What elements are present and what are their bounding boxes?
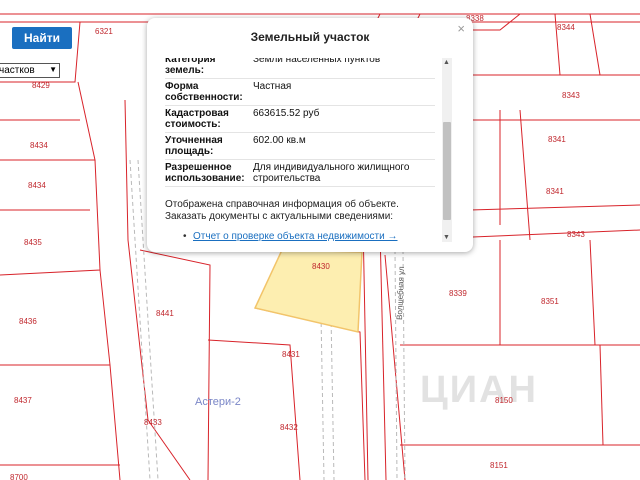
info-row: Разрешенное использование: Для индивидуа…: [165, 160, 435, 187]
info-row: Форма собственности: Частная: [165, 79, 435, 106]
parcel-label: 8341: [548, 135, 566, 144]
parcel-label: 8434: [30, 141, 48, 150]
parcel-label: 8151: [490, 461, 508, 470]
info-value: Для индивидуального жилищного строительс…: [253, 162, 410, 184]
parcel-label: 8432: [280, 423, 298, 432]
parcel-label: 8434: [28, 181, 46, 190]
info-value: 602.00 кв.м: [253, 135, 306, 146]
parcel-label: 6321: [95, 27, 113, 36]
parcel-label: 8150: [495, 396, 513, 405]
info-key: Разрешенное использование:: [165, 162, 245, 184]
report-link[interactable]: • Отчет о проверке объекта недвижимости …: [165, 231, 435, 242]
info-key: Уточненная площадь:: [165, 135, 223, 157]
bullet-icon: •: [183, 231, 187, 242]
layer-select[interactable]: частков ▼: [0, 63, 60, 78]
selected-parcel[interactable]: [253, 249, 363, 333]
parcel-info-popup: Земельный участок × Категория земель: Зе…: [147, 18, 473, 252]
parcel-label: 8344: [557, 23, 575, 32]
parcel-label: 8431: [282, 350, 300, 359]
street-label: Волшебная ул: [395, 266, 406, 320]
info-value: Частная: [253, 81, 292, 92]
chevron-down-icon: ▼: [49, 65, 57, 74]
parcel-label: 8700: [10, 473, 28, 480]
parcel-label: 8437: [14, 396, 32, 405]
scroll-up-icon[interactable]: ▲: [443, 59, 450, 66]
info-key: Форма собственности:: [165, 81, 243, 103]
report-link-label: Отчет о проверке объекта недвижимости →: [193, 231, 398, 242]
area-label: Астери-2: [195, 396, 241, 408]
popup-title: Земельный участок: [250, 30, 370, 44]
info-value: 663615.52 руб: [253, 108, 320, 119]
scrollbar-thumb[interactable]: [443, 122, 451, 220]
parcel-label: 8341: [546, 187, 564, 196]
watermark-text: ЦИАН: [420, 369, 538, 411]
parcel-label: 8433: [144, 418, 162, 427]
parcel-label: 8343: [567, 230, 585, 239]
parcel-label: 8351: [541, 297, 559, 306]
layer-select-value: частков: [0, 65, 35, 76]
parcel-label: 8343: [562, 91, 580, 100]
info-row: Уточненная площадь: 602.00 кв.м: [165, 133, 435, 160]
parcel-label: 8436: [19, 317, 37, 326]
info-row: Категория земель: Земли населенных пункт…: [165, 58, 435, 79]
info-value: Земли населенных пунктов: [253, 58, 381, 65]
info-row: Кадастровая стоимость: 663615.52 руб: [165, 106, 435, 133]
search-button[interactable]: Найти: [12, 27, 72, 49]
parcel-label: 8429: [32, 81, 50, 90]
parcel-label: 8430: [312, 262, 330, 271]
info-note: Отображена справочная информация об объе…: [165, 199, 399, 222]
parcel-label: 8441: [156, 309, 174, 318]
parcel-label: 8435: [24, 238, 42, 247]
close-icon[interactable]: ×: [457, 21, 465, 36]
popup-scrollbar[interactable]: ▲ ▼: [442, 58, 452, 242]
scroll-down-icon[interactable]: ▼: [443, 234, 450, 241]
popup-content[interactable]: Категория земель: Земли населенных пункт…: [165, 58, 435, 243]
parcel-label: 8339: [449, 289, 467, 298]
info-key: Категория земель:: [165, 58, 216, 76]
info-key: Кадастровая стоимость:: [165, 108, 229, 130]
